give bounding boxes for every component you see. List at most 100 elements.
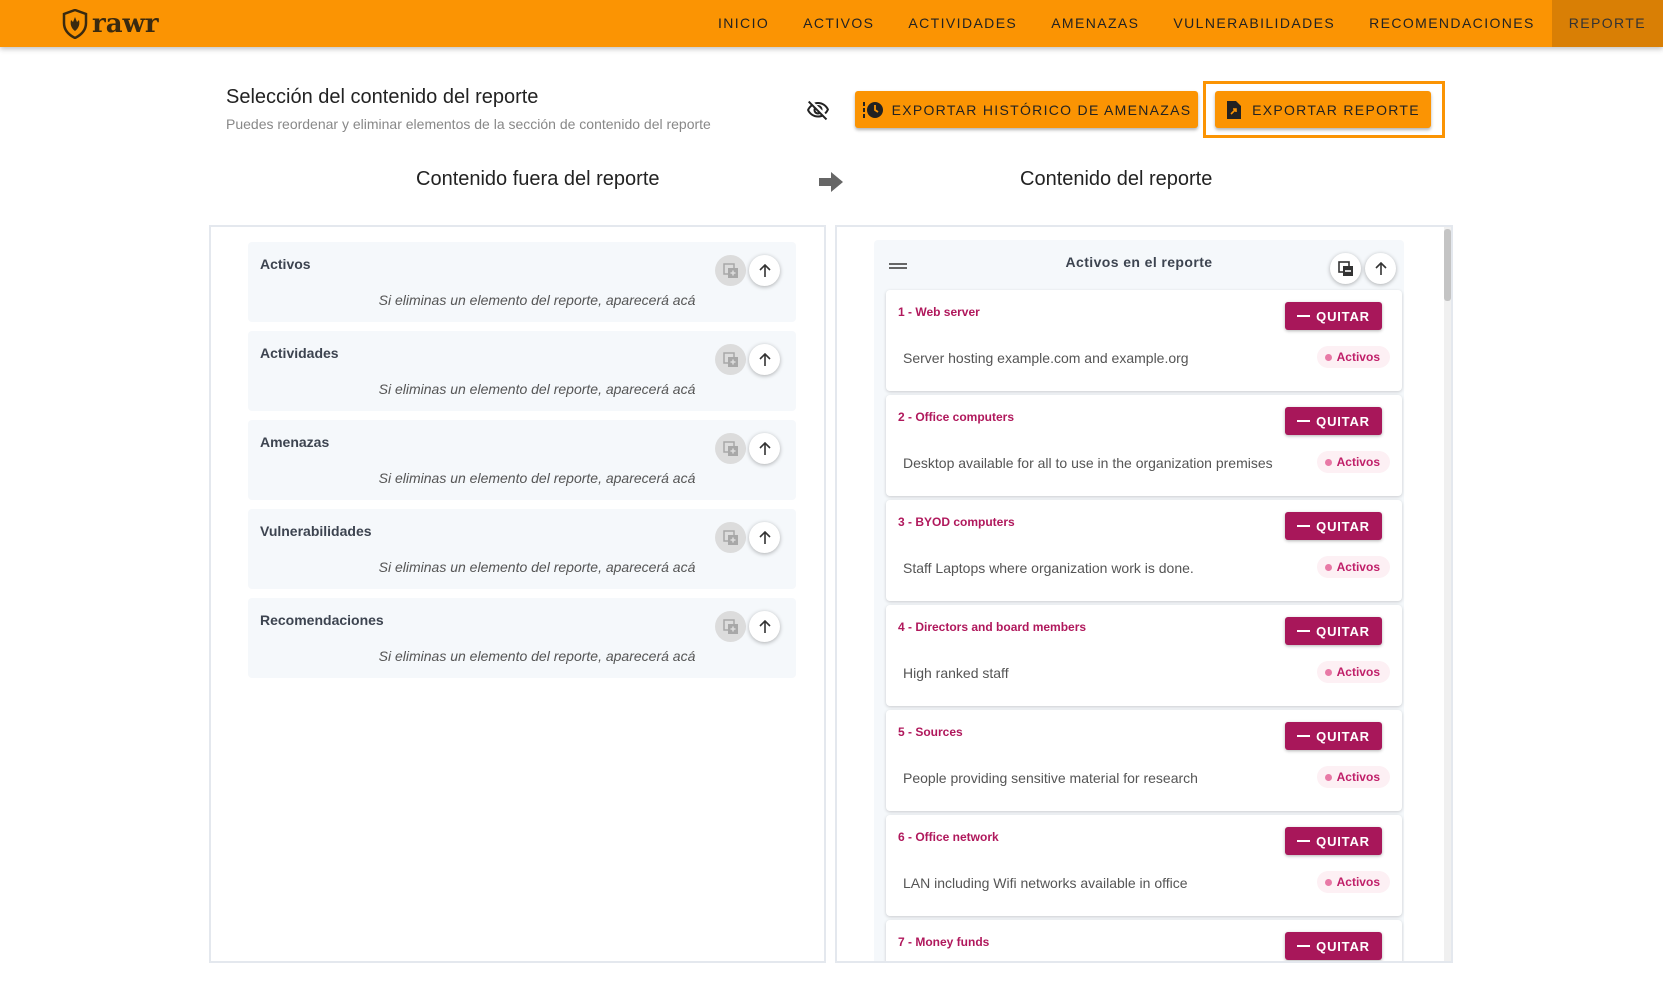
nav-vulnerabilidades[interactable]: VULNERABILIDADES <box>1156 0 1352 47</box>
nav-inicio[interactable]: INICIO <box>701 0 786 47</box>
remove-item-button[interactable]: QUITAR <box>1285 512 1382 540</box>
add-section-button[interactable] <box>715 611 746 642</box>
page-title: Selección del contenido del reporte <box>226 86 539 108</box>
report-group-activos: Activos en el reporte 1 - Web server QUIT… <box>874 240 1404 961</box>
remove-item-button[interactable]: QUITAR <box>1285 932 1382 960</box>
report-item-title: 3 - BYOD computers <box>898 515 1015 529</box>
left-section-title: Amenazas <box>260 434 330 450</box>
remove-item-label: QUITAR <box>1316 728 1370 744</box>
arrow-right-icon <box>819 172 843 192</box>
category-badge: Activos <box>1316 346 1390 368</box>
move-up-button[interactable] <box>749 344 780 375</box>
report-group-title: Activos en el reporte <box>1065 254 1213 270</box>
add-section-button[interactable] <box>715 255 746 286</box>
category-badge-label: Activos <box>1336 875 1380 889</box>
left-section-title: Activos <box>260 256 311 272</box>
move-up-button[interactable] <box>749 433 780 464</box>
export-history-button[interactable]: EXPORTAR HISTÓRICO DE AMENAZAS <box>855 91 1198 128</box>
category-badge: Activos <box>1316 451 1390 473</box>
remove-item-button[interactable]: QUITAR <box>1285 407 1382 435</box>
remove-item-label: QUITAR <box>1316 413 1370 429</box>
scrollbar-thumb[interactable] <box>1444 229 1451 301</box>
add-section-button[interactable] <box>715 433 746 464</box>
export-report-label: EXPORTAR REPORTE <box>1252 101 1420 118</box>
category-badge-label: Activos <box>1336 665 1380 679</box>
move-up-button[interactable] <box>749 611 780 642</box>
remove-item-label: QUITAR <box>1316 938 1370 954</box>
badge-dot-icon <box>1324 668 1332 676</box>
library-remove-icon <box>1337 260 1353 276</box>
report-item-card: 2 - Office computers QUITAR Desktop availa… <box>886 395 1402 496</box>
remove-item-button[interactable]: QUITAR <box>1285 827 1382 855</box>
top-app-bar: rawr INICIO ACTIVOS ACTIVIDADES AMENAZAS… <box>0 0 1663 47</box>
report-item-title: 6 - Office network <box>898 830 999 844</box>
report-item-description: People providing sensitive material for … <box>903 770 1198 786</box>
arrow-up-icon <box>1374 261 1387 275</box>
report-item-description: Desktop available for all to use in the … <box>903 455 1273 471</box>
minus-icon <box>1297 840 1311 842</box>
move-up-button[interactable] <box>1365 253 1396 284</box>
report-item-title: 5 - Sources <box>898 725 963 739</box>
export-history-label: EXPORTAR HISTÓRICO DE AMENAZAS <box>891 101 1192 118</box>
left-section-title: Actividades <box>260 345 339 361</box>
main-nav: INICIO ACTIVOS ACTIVIDADES AMENAZAS VULN… <box>701 0 1663 47</box>
badge-dot-icon <box>1324 773 1332 781</box>
left-section-title: Vulnerabilidades <box>260 523 372 539</box>
nav-amenazas[interactable]: AMENAZAS <box>1034 0 1156 47</box>
add-section-button[interactable] <box>715 344 746 375</box>
left-section-empty-note: Si eliminas un elemento del reporte, apa… <box>378 381 696 397</box>
nav-recomendaciones[interactable]: RECOMENDACIONES <box>1352 0 1552 47</box>
category-badge: Activos <box>1316 871 1390 893</box>
nav-reporte[interactable]: REPORTE <box>1551 0 1663 47</box>
badge-dot-icon <box>1324 878 1332 886</box>
nav-activos[interactable]: ACTIVOS <box>786 0 891 47</box>
report-item-card: 3 - BYOD computers QUITAR Staff Laptops wh… <box>886 500 1402 601</box>
remove-item-button[interactable]: QUITAR <box>1285 722 1382 750</box>
badge-dot-icon <box>1324 563 1332 571</box>
report-item-card: 4 - Directors and board members QUITAR Hig… <box>886 605 1402 706</box>
remove-item-label: QUITAR <box>1316 518 1370 534</box>
category-badge: Activos <box>1316 556 1390 578</box>
left-section-title: Recomendaciones <box>260 612 384 628</box>
badge-dot-icon <box>1324 458 1332 466</box>
left-section-card: Recomendaciones Si eliminas un elemento d… <box>248 598 796 678</box>
left-section-card: Actividades Si eliminas un elemento del r… <box>248 331 796 411</box>
arrow-up-icon <box>758 619 771 633</box>
left-section-card: Vulnerabilidades Si eliminas un elemento … <box>248 509 796 589</box>
minus-icon <box>1297 735 1311 737</box>
remove-item-label: QUITAR <box>1316 308 1370 324</box>
nav-actividades[interactable]: ACTIVIDADES <box>891 0 1034 47</box>
left-section-empty-note: Si eliminas un elemento del reporte, apa… <box>378 470 696 486</box>
add-section-button[interactable] <box>715 522 746 553</box>
remove-item-button[interactable]: QUITAR <box>1285 302 1382 330</box>
left-section-card: Activos Si eliminas un elemento del repor… <box>248 242 796 322</box>
scrollbar-track[interactable] <box>1444 227 1451 961</box>
move-up-button[interactable] <box>749 255 780 286</box>
content-outside-report-panel: Activos Si eliminas un elemento del repor… <box>209 225 826 963</box>
right-column-title: Contenido del reporte <box>1020 168 1213 190</box>
category-badge: Activos <box>1316 661 1390 683</box>
report-item-card: 1 - Web server QUITAR Server hosting examp… <box>886 290 1402 391</box>
category-badge-label: Activos <box>1336 455 1380 469</box>
category-badge-label: Activos <box>1336 770 1380 784</box>
logo-text: rawr <box>92 9 159 39</box>
visibility-off-icon[interactable] <box>806 98 830 122</box>
shield-logo-icon <box>62 9 88 39</box>
move-up-button[interactable] <box>749 522 780 553</box>
category-badge: Activos <box>1316 766 1390 788</box>
app-logo[interactable]: rawr <box>62 6 159 42</box>
collapse-group-button[interactable] <box>1330 253 1361 284</box>
left-section-empty-note: Si eliminas un elemento del reporte, apa… <box>378 292 696 308</box>
export-report-button[interactable]: EXPORTAR REPORTE <box>1215 91 1431 128</box>
page-subtitle: Puedes reordenar y eliminar elementos de… <box>226 116 711 132</box>
minus-icon <box>1297 525 1311 527</box>
library-add-icon <box>722 262 738 278</box>
arrow-up-icon <box>758 441 771 455</box>
left-section-card: Amenazas Si eliminas un elemento del repo… <box>248 420 796 500</box>
report-item-card: 6 - Office network QUITAR LAN including Wi… <box>886 815 1402 916</box>
arrow-up-icon <box>758 530 771 544</box>
left-section-empty-note: Si eliminas un elemento del reporte, apa… <box>378 648 696 664</box>
library-add-icon <box>722 351 738 367</box>
left-column-title: Contenido fuera del reporte <box>416 168 660 190</box>
remove-item-button[interactable]: QUITAR <box>1285 617 1382 645</box>
